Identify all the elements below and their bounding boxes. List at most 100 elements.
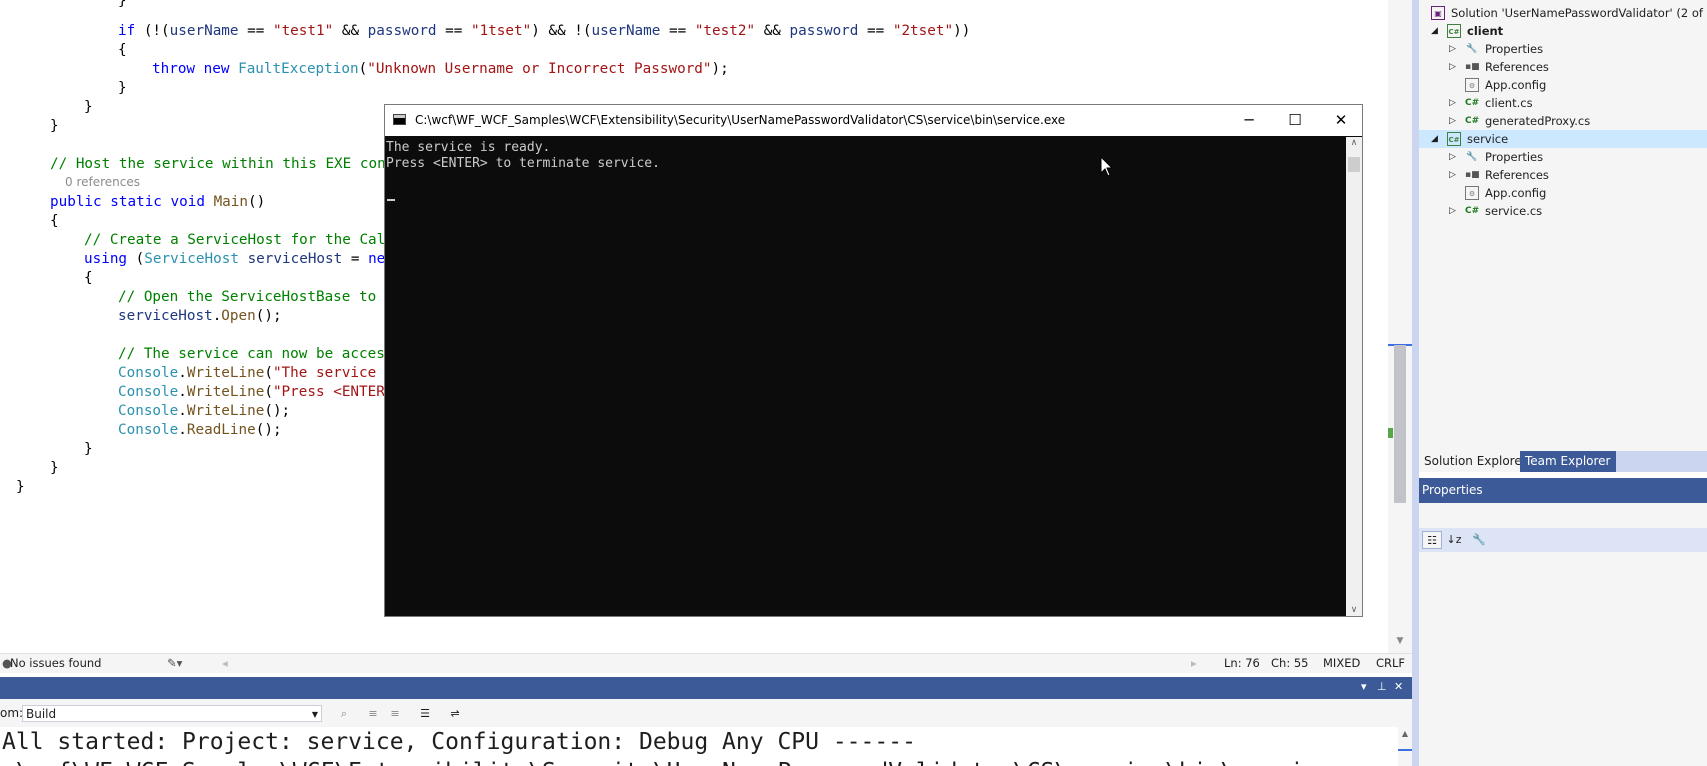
tree-item-client[interactable]: ◢ C# client	[1419, 22, 1707, 40]
properties-panel: ☷ ↓z 🔧	[1419, 503, 1707, 766]
collapsed-arrow-icon[interactable]: ▷	[1449, 40, 1456, 58]
console-window[interactable]: C:\wcf\WF_WCF_Samples\WCF\Extensibility\…	[384, 104, 1363, 617]
alphabetical-icon[interactable]: ↓z	[1444, 531, 1464, 549]
code-line[interactable]: }	[50, 459, 59, 478]
tree-item-service-cs[interactable]: ▷ C# service.cs	[1419, 202, 1707, 220]
tree-item-service[interactable]: ◢ C# service	[1419, 130, 1707, 148]
code-line[interactable]: }	[84, 440, 93, 459]
scroll-down-arrow-icon[interactable]: ∨	[1346, 605, 1362, 615]
collapsed-arrow-icon[interactable]: ▷	[1449, 166, 1456, 184]
properties-header: Properties	[1419, 478, 1707, 503]
csharp-project-icon: C#	[1447, 132, 1461, 146]
code-line[interactable]: // Create a ServiceHost for the Cal	[84, 231, 385, 250]
previous-message-icon[interactable]: ≡	[364, 705, 382, 722]
issues-status[interactable]: No issues found	[10, 656, 101, 670]
code-line[interactable]: }	[16, 478, 25, 497]
code-line[interactable]: throw new FaultException("Unknown Userna…	[152, 60, 729, 79]
tree-item-references[interactable]: ▷ ▪■ References	[1419, 58, 1707, 76]
tree-item-label: generatedProxy.cs	[1485, 114, 1591, 128]
code-line[interactable]: serviceHost.Open();	[118, 307, 282, 326]
editor-vertical-scrollbar[interactable]: ▼	[1388, 0, 1412, 653]
console-title: C:\wcf\WF_WCF_Samples\WCF\Extensibility\…	[415, 113, 1066, 127]
tree-item-label: service	[1467, 132, 1509, 146]
collapsed-arrow-icon[interactable]: ▷	[1449, 112, 1456, 130]
brush-dropdown-icon[interactable]: ✎▾	[167, 656, 182, 670]
code-line[interactable]: Console.WriteLine();	[118, 402, 290, 421]
close-button[interactable]: ✕	[1318, 105, 1364, 136]
code-line[interactable]: // Host the service within this EXE con	[50, 155, 386, 174]
line-endings[interactable]: CRLF	[1376, 656, 1405, 670]
code-line[interactable]: {	[50, 212, 59, 231]
line-number[interactable]: Ln: 76	[1224, 656, 1260, 670]
code-line[interactable]: Console.WriteLine("Press <ENTER	[118, 383, 385, 402]
code-line[interactable]: // Open the ServiceHostBase to	[118, 288, 376, 307]
code-line[interactable]: using (ServiceHost serviceHost = ne	[84, 250, 385, 269]
output-source-select[interactable]: Build ▼	[22, 705, 322, 722]
clear-all-icon[interactable]: ☰	[416, 705, 434, 722]
scroll-right-icon[interactable]: ▸	[1191, 656, 1197, 670]
tab-mode[interactable]: MIXED	[1323, 656, 1360, 670]
expanded-arrow-icon[interactable]: ◢	[1431, 130, 1438, 148]
tree-item-generatedproxy-cs[interactable]: ▷ C# generatedProxy.cs	[1419, 112, 1707, 130]
minimize-button[interactable]: ─	[1226, 105, 1272, 136]
editor-status-bar: ● No issues found ✎▾ ◂ ▸ Ln: 76 Ch: 55 M…	[0, 653, 1412, 673]
pin-icon[interactable]: ⊥	[1377, 680, 1387, 693]
find-message-icon[interactable]: ⌕	[335, 705, 353, 722]
tree-item-app-config[interactable]: ⚙ App.config	[1419, 184, 1707, 202]
code-line[interactable]: {	[84, 269, 93, 288]
collapsed-arrow-icon[interactable]: ▷	[1449, 148, 1456, 166]
tab-team-explorer[interactable]: Team Explorer	[1520, 451, 1616, 472]
scroll-down-arrow-icon[interactable]: ▼	[1388, 636, 1412, 646]
scroll-up-arrow-icon[interactable]: ▲	[1398, 729, 1412, 738]
console-output[interactable]: The service is ready. Press <ENTER> to t…	[386, 137, 1346, 615]
collapsed-arrow-icon[interactable]: ▷	[1449, 58, 1456, 76]
scroll-left-icon[interactable]: ◂	[222, 656, 228, 670]
scroll-position-marker	[1398, 749, 1412, 751]
collapsed-arrow-icon[interactable]: ▷	[1449, 94, 1456, 112]
tree-item-label: References	[1485, 168, 1549, 182]
csharp-file-icon: C#	[1465, 98, 1480, 108]
tree-item-label: client	[1467, 24, 1504, 38]
code-line[interactable]: Console.ReadLine();	[118, 421, 282, 440]
code-line[interactable]: {	[118, 41, 127, 60]
tree-item-properties[interactable]: ▷ 🔧 Properties	[1419, 148, 1707, 166]
scroll-up-arrow-icon[interactable]: ∧	[1346, 138, 1362, 148]
solution-explorer: ▣ Solution 'UserNamePasswordValidator' (…	[1419, 0, 1707, 451]
wrench-icon: 🔧	[1466, 44, 1478, 54]
scrollbar-thumb[interactable]	[1394, 345, 1406, 503]
word-wrap-icon[interactable]: ⇌	[446, 705, 464, 722]
scrollbar-thumb[interactable]	[1348, 157, 1360, 172]
output-scrollbar[interactable]: ▲	[1398, 727, 1412, 766]
panel-splitter[interactable]	[1412, 0, 1419, 766]
column-number[interactable]: Ch: 55	[1271, 656, 1308, 670]
maximize-button[interactable]: ☐	[1272, 105, 1318, 136]
console-title-bar[interactable]: C:\wcf\WF_WCF_Samples\WCF\Extensibility\…	[385, 105, 1362, 136]
tree-item-app-config[interactable]: ⚙ App.config	[1419, 76, 1707, 94]
code-line[interactable]: }	[118, 0, 127, 11]
window-position-dropdown-icon[interactable]: ▾	[1361, 680, 1367, 693]
codelens-references[interactable]: 0 references	[65, 175, 140, 189]
collapsed-arrow-icon[interactable]: ▷	[1449, 202, 1456, 220]
code-line[interactable]: public static void Main()	[50, 193, 265, 212]
close-icon[interactable]: ✕	[1394, 680, 1403, 693]
output-text[interactable]: All started: Project: service, Configura…	[0, 727, 1398, 766]
console-scrollbar[interactable]: ∧ ∨	[1346, 137, 1362, 616]
code-line[interactable]: }	[118, 79, 127, 98]
output-line: All started: Project: service, Configura…	[2, 729, 916, 755]
code-line[interactable]: }	[50, 117, 59, 136]
code-line[interactable]: Console.WriteLine("The service	[118, 364, 385, 383]
tab-solution-explorer[interactable]: Solution Explorer	[1419, 451, 1532, 472]
tree-item-properties[interactable]: ▷ 🔧 Properties	[1419, 40, 1707, 58]
property-pages-icon[interactable]: 🔧	[1469, 531, 1489, 549]
categorized-icon[interactable]: ☷	[1422, 531, 1442, 549]
tree-item-references[interactable]: ▷ ▪■ References	[1419, 166, 1707, 184]
code-line[interactable]: }	[84, 98, 93, 117]
console-cursor	[387, 199, 395, 201]
tree-item-label: service.cs	[1485, 204, 1543, 218]
code-line[interactable]: if (!(userName == "test1" && password ==…	[118, 22, 970, 41]
next-message-icon[interactable]: ≡	[386, 705, 404, 722]
code-line[interactable]: // The service can now be acces	[118, 345, 385, 364]
solution-root[interactable]: ▣ Solution 'UserNamePasswordValidator' (…	[1419, 4, 1707, 22]
tree-item-client-cs[interactable]: ▷ C# client.cs	[1419, 94, 1707, 112]
expanded-arrow-icon[interactable]: ◢	[1431, 22, 1438, 40]
